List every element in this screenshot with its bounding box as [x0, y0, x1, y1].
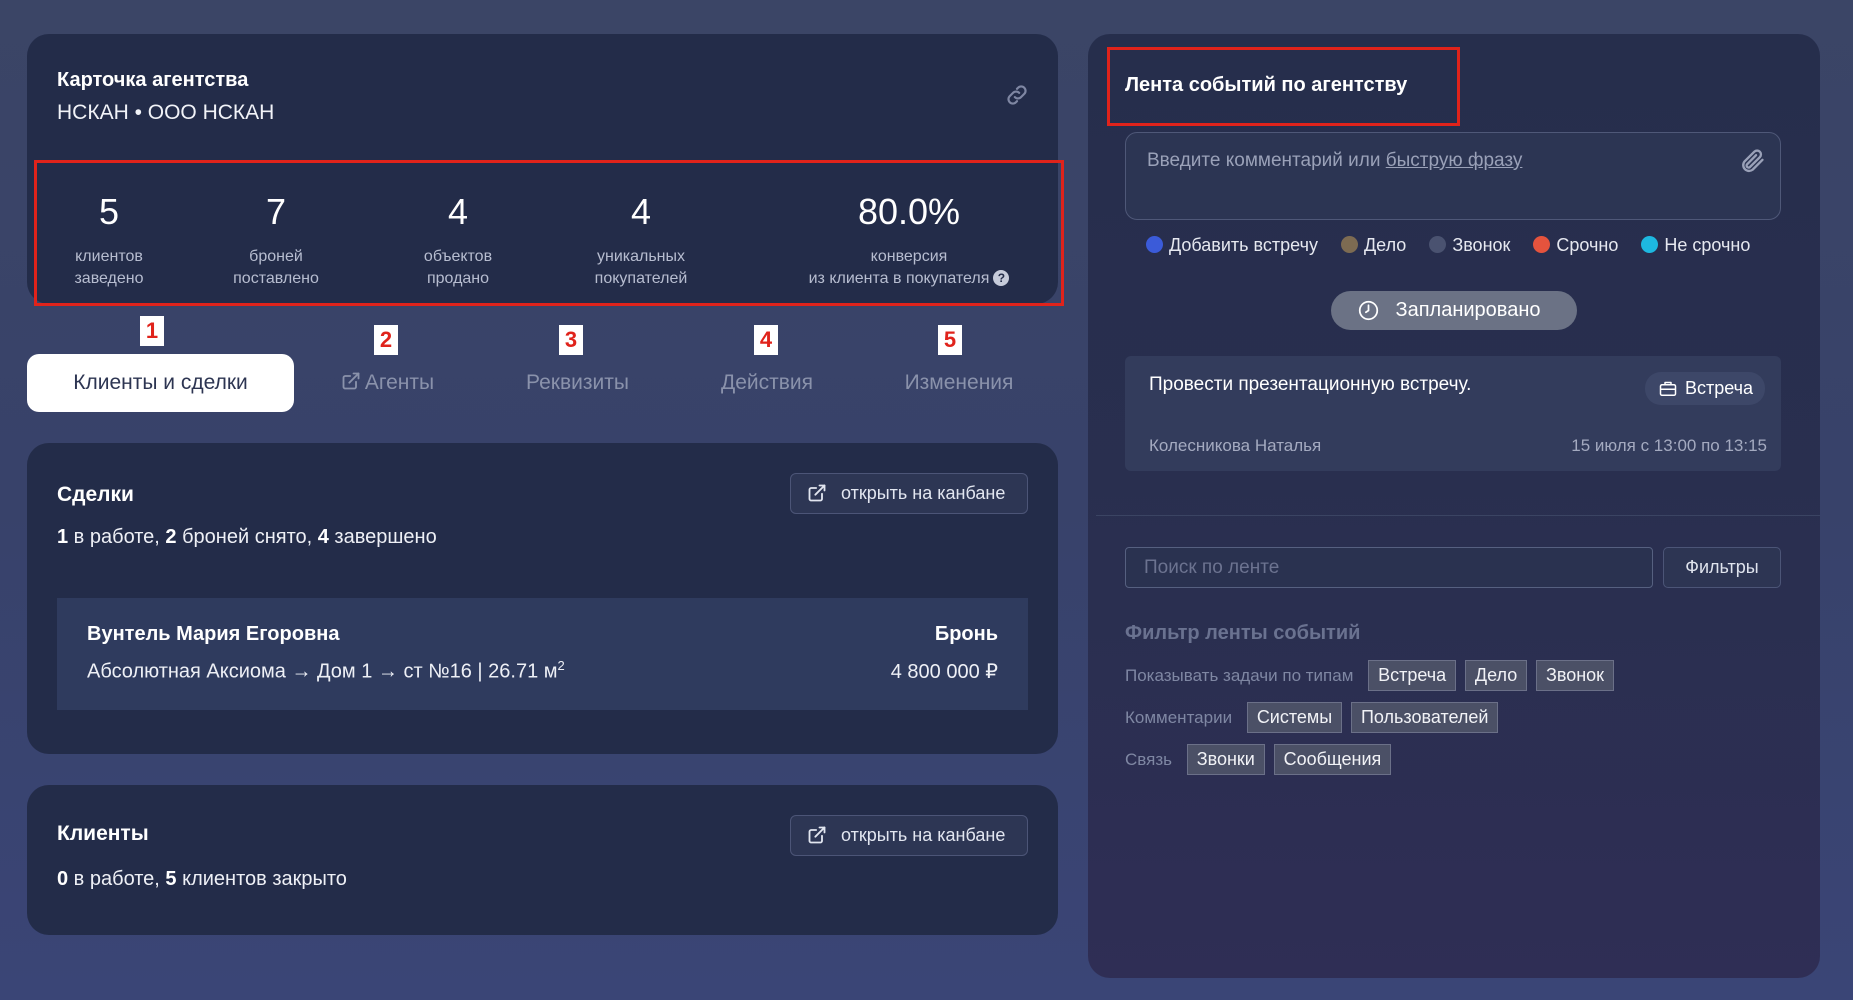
kanban-label: открыть на канбане — [841, 483, 1006, 503]
deals-open-kanban-button[interactable]: открыть на канбане — [790, 473, 1028, 514]
tab-marker-2: 2 — [374, 325, 398, 355]
tab-label: Агенты — [364, 371, 435, 394]
filter-row-label: Комментарии — [1125, 707, 1233, 727]
stat-value: 7 — [265, 191, 287, 232]
event-author: Колесникова Наталья — [1149, 436, 1322, 455]
chip-system[interactable]: Системы — [1246, 702, 1343, 733]
chip-users[interactable]: Пользователей — [1350, 702, 1499, 733]
filters-button[interactable]: Фильтры — [1663, 547, 1781, 588]
quick-phrase-link[interactable]: быструю фразу — [1386, 150, 1523, 171]
external-link-icon — [808, 826, 826, 844]
filter-row-communication: Связь Звонки Сообщения — [1125, 744, 1392, 775]
deal-price: 4 800 000 ₽ — [890, 661, 998, 683]
external-link-icon — [342, 372, 360, 390]
briefcase-icon — [1659, 381, 1677, 396]
tab-marker-4: 4 — [754, 325, 778, 355]
divider — [1096, 515, 1820, 516]
tab-requisites[interactable]: Реквизиты — [510, 354, 645, 412]
stat-label: броней поставлено — [233, 248, 319, 287]
tab-label: Изменения — [904, 371, 1014, 394]
filter-row-task-types: Показывать задачи по типам Встреча Дело … — [1125, 660, 1615, 691]
agency-card-title: Карточка агентства — [57, 69, 249, 91]
deals-summary: 1 в работе, 2 броней снято, 4 завершено — [57, 526, 437, 548]
tab-marker-1: 1 — [140, 316, 164, 346]
filter-row-comments: Комментарии Системы Пользователей — [1125, 702, 1499, 733]
stat-value: 4 — [447, 191, 469, 232]
tab-changes[interactable]: Изменения — [890, 354, 1028, 412]
deals-panel: Сделки открыть на канбане 1 в работе, 2 … — [27, 443, 1058, 754]
tag-task[interactable]: Дело — [1340, 235, 1406, 256]
stat-label: конверсия из клиента в покупателя? — [794, 246, 1024, 290]
comment-placeholder: Введите комментарий или быструю фразу — [1147, 150, 1523, 171]
comment-input[interactable]: Введите комментарий или быструю фразу — [1125, 132, 1781, 220]
tag-urgent[interactable]: Срочно — [1533, 235, 1618, 256]
dot-icon — [1429, 236, 1447, 253]
dot-icon — [1641, 236, 1659, 253]
dot-icon — [1533, 236, 1551, 253]
event-card[interactable]: Провести презентационную встречу. Встреч… — [1125, 356, 1781, 471]
tab-agents[interactable]: Агенты — [325, 354, 450, 412]
event-type-tags: Добавить встречу Дело Звонок Срочно Не с… — [1146, 235, 1768, 256]
stat-sold: 4 объектов продано — [393, 163, 523, 303]
deal-status: Бронь — [934, 623, 998, 645]
stat-label: объектов продано — [423, 248, 493, 287]
chip-calls[interactable]: Звонки — [1186, 744, 1265, 775]
chip-messages[interactable]: Сообщения — [1273, 744, 1392, 775]
chip-task[interactable]: Дело — [1464, 660, 1528, 691]
stat-label: клиентов заведено — [74, 248, 144, 287]
tab-label: Реквизиты — [526, 371, 629, 394]
stat-conversion: 80.0% конверсия из клиента в покупателя? — [794, 163, 1024, 303]
stat-clients: 5 клиентов заведено — [59, 163, 159, 303]
clients-open-kanban-button[interactable]: открыть на канбане — [790, 815, 1028, 856]
deals-title: Сделки — [57, 483, 134, 506]
tab-actions[interactable]: Действия — [706, 354, 828, 412]
event-time: 15 июля с 13:00 по 13:15 — [1571, 436, 1767, 455]
tab-label: Клиенты и сделки — [73, 371, 248, 394]
deal-object: Абсолютная Аксиома → Дом 1 → ст №16 | 26… — [87, 658, 565, 683]
tab-clients-deals[interactable]: Клиенты и сделки — [27, 354, 294, 412]
clients-summary: 0 в работе, 5 клиентов закрыто — [57, 868, 347, 890]
chip-meeting[interactable]: Встреча — [1368, 660, 1457, 691]
tab-marker-3: 3 — [559, 325, 583, 355]
feed-title-box: Лента событий по агентству — [1107, 47, 1460, 126]
deal-card[interactable]: Вунтель Мария Егоровна Абсолютная Аксиом… — [57, 598, 1028, 710]
planned-label: Запланировано — [1395, 299, 1541, 321]
filter-row-label: Связь — [1125, 749, 1172, 769]
stat-value: 80.0% — [857, 191, 961, 232]
help-icon[interactable]: ? — [993, 270, 1010, 286]
paperclip-icon[interactable] — [1738, 147, 1766, 175]
tag-add-meeting[interactable]: Добавить встречу — [1146, 235, 1318, 256]
stat-value: 4 — [630, 191, 652, 232]
tab-label: Действия — [720, 371, 813, 394]
clients-panel: Клиенты открыть на канбане 0 в работе, 5… — [27, 785, 1058, 935]
filter-row-label: Показывать задачи по типам — [1125, 665, 1354, 685]
agency-card: Карточка агентства НСКАН • ООО НСКАН 5 к… — [27, 34, 1064, 306]
tag-call[interactable]: Звонок — [1429, 235, 1510, 256]
stats-box: 5 клиентов заведено 7 броней поставлено 4 … — [34, 160, 1064, 306]
stat-bookings: 7 броней поставлено — [211, 163, 341, 303]
filter-title: Фильтр ленты событий — [1125, 622, 1361, 644]
tab-marker-5: 5 — [938, 325, 962, 355]
event-text: Провести презентационную встречу. — [1149, 374, 1472, 395]
event-type-badge: Встреча — [1644, 372, 1765, 405]
feed-search-input[interactable] — [1125, 547, 1653, 588]
stat-label: уникальных покупателей — [594, 248, 688, 287]
planned-button[interactable]: Запланировано — [1331, 291, 1577, 330]
stat-buyers: 4 уникальных покупателей — [566, 163, 716, 303]
feed-title: Лента событий по агентству — [1125, 74, 1408, 96]
dot-icon — [1146, 236, 1163, 253]
kanban-label: открыть на канбане — [841, 825, 1006, 845]
deal-client-name: Вунтель Мария Егоровна — [87, 623, 340, 645]
tag-not-urgent[interactable]: Не срочно — [1641, 235, 1750, 256]
clock-icon — [1358, 300, 1379, 321]
chip-call[interactable]: Звонок — [1535, 660, 1615, 691]
agency-name: НСКАН • ООО НСКАН — [57, 101, 275, 124]
event-feed-panel: Лента событий по агентству Введите комме… — [1088, 34, 1820, 978]
dot-icon — [1340, 236, 1358, 253]
link-icon[interactable] — [1004, 82, 1030, 108]
stat-value: 5 — [98, 191, 120, 232]
clients-title: Клиенты — [57, 822, 149, 845]
external-link-icon — [808, 484, 826, 502]
